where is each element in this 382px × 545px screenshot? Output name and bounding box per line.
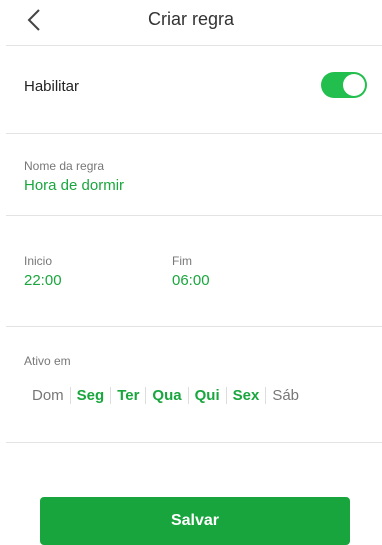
divider xyxy=(6,442,382,443)
enable-toggle[interactable] xyxy=(321,72,367,98)
start-time-value[interactable]: 22:00 xyxy=(24,272,62,289)
divider xyxy=(6,133,382,134)
divider xyxy=(6,45,382,46)
toggle-knob xyxy=(343,74,365,96)
day-toggle[interactable]: Ter xyxy=(111,387,145,404)
day-toggle[interactable]: Seg xyxy=(71,387,111,404)
day-toggle[interactable]: Sex xyxy=(227,387,266,404)
day-toggle[interactable]: Sáb xyxy=(266,387,305,404)
end-time-value[interactable]: 06:00 xyxy=(172,272,210,289)
day-toggle[interactable]: Qua xyxy=(146,387,187,404)
weekday-selector: Dom Seg Ter Qua Qui Sex Sáb xyxy=(26,384,305,406)
day-toggle[interactable]: Dom xyxy=(26,387,70,404)
save-button[interactable]: Salvar xyxy=(40,497,350,545)
page-title: Criar regra xyxy=(147,9,235,29)
app-header: Criar regra xyxy=(0,0,382,42)
divider xyxy=(6,215,382,216)
enable-label: Habilitar xyxy=(24,78,80,95)
rule-name-field[interactable]: Hora de dormir xyxy=(24,177,124,194)
active-days-label: Ativo em xyxy=(24,354,71,368)
end-time-label: Fim xyxy=(172,254,192,268)
day-toggle[interactable]: Qui xyxy=(189,387,226,404)
divider xyxy=(6,326,382,327)
start-time-label: Inicio xyxy=(24,254,53,268)
rule-name-label: Nome da regra xyxy=(24,159,105,173)
